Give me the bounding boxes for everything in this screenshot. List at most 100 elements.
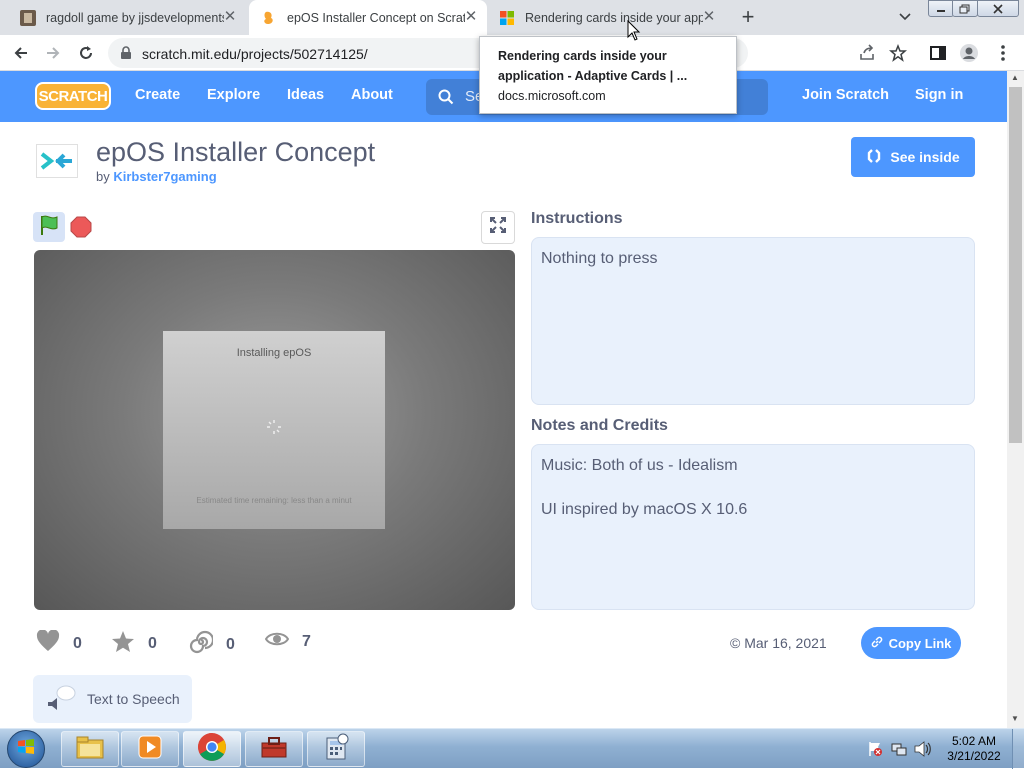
share-icon[interactable] xyxy=(857,43,877,63)
tab-hover-card: Rendering cards inside your application … xyxy=(479,36,737,114)
by-prefix: by xyxy=(96,169,110,184)
nav-create[interactable]: Create xyxy=(135,87,180,103)
scroll-down-arrow-icon[interactable]: ▼ xyxy=(1011,714,1019,723)
mouse-cursor-icon xyxy=(627,19,641,47)
clock-time: 5:02 AM xyxy=(951,734,997,748)
close-tab-icon[interactable]: ✕ xyxy=(463,9,479,25)
green-flag-button[interactable] xyxy=(33,212,65,242)
instructions-box: Nothing to press xyxy=(531,237,975,405)
side-panel-icon[interactable] xyxy=(928,43,948,63)
forward-arrow-icon[interactable] xyxy=(43,43,63,63)
profile-avatar-icon[interactable] xyxy=(959,43,979,63)
fullscreen-button[interactable] xyxy=(481,211,515,244)
by-line: by Kirbster7gaming xyxy=(96,169,217,184)
tab-epos-installer[interactable]: epOS Installer Concept on Scratc ✕ xyxy=(249,0,487,35)
link-icon xyxy=(871,636,883,651)
fullscreen-icon xyxy=(490,217,506,238)
scratch-logo[interactable]: SCRATCH xyxy=(35,82,111,110)
copy-link-button[interactable]: Copy Link xyxy=(861,627,961,659)
tab-title: ragdoll game by jjsdevelopments xyxy=(46,10,224,25)
see-inside-label: See inside xyxy=(890,149,960,165)
hover-card-domain: docs.microsoft.com xyxy=(498,89,606,103)
stop-button[interactable] xyxy=(70,216,92,243)
sign-in-link[interactable]: Sign in xyxy=(915,87,963,103)
remix-spiral-icon xyxy=(189,630,215,659)
close-tab-icon[interactable]: ✕ xyxy=(701,9,717,25)
project-title: epOS Installer Concept xyxy=(96,137,376,167)
tab-rendering-cards[interactable]: Rendering cards inside your appl ✕ xyxy=(487,0,725,35)
text-to-speech-extension[interactable]: Text to Speech xyxy=(33,675,192,723)
folder-icon xyxy=(75,734,105,765)
nav-explore[interactable]: Explore xyxy=(207,87,260,103)
join-scratch-link[interactable]: Join Scratch xyxy=(802,87,889,103)
close-tab-icon[interactable]: ✕ xyxy=(222,9,238,25)
project-page: epOS Installer Concept by Kirbster7gamin… xyxy=(0,122,1007,728)
nav-ideas[interactable]: Ideas xyxy=(287,87,324,103)
lock-icon xyxy=(120,46,132,65)
notes-line: Music: Both of us - Idealism xyxy=(541,457,738,474)
installer-time-remaining: Estimated time remaining: less than a mi… xyxy=(196,496,352,505)
url-text: scratch.mit.edu/projects/502714125/ xyxy=(142,46,368,62)
author-link[interactable]: Kirbster7gaming xyxy=(113,169,216,184)
love-stat[interactable]: 0 xyxy=(36,629,82,657)
system-clock[interactable]: 5:02 AM 3/21/2022 xyxy=(944,734,1004,764)
share-date: © Mar 16, 2021 xyxy=(730,635,827,651)
taskbar-toolbox-app[interactable] xyxy=(245,731,303,767)
back-arrow-icon[interactable] xyxy=(11,43,31,63)
tts-label: Text to Speech xyxy=(87,691,180,707)
instructions-text: Nothing to press xyxy=(541,250,658,267)
remix-arrows-icon xyxy=(866,148,882,167)
copy-link-label: Copy Link xyxy=(888,635,952,651)
volume-icon[interactable] xyxy=(914,741,932,762)
ragdoll-favicon-icon xyxy=(20,9,36,26)
love-count: 0 xyxy=(73,634,82,652)
taskbar-chrome[interactable] xyxy=(183,731,241,767)
page-scrollbar[interactable]: ▲ ▼ xyxy=(1007,71,1024,728)
project-stage[interactable]: Installing epOS Estimated time remaining… xyxy=(34,250,515,610)
favorite-count: 0 xyxy=(148,635,157,652)
see-inside-button[interactable]: See inside xyxy=(851,137,975,177)
tab-ragdoll[interactable]: ragdoll game by jjsdevelopments ✕ xyxy=(8,0,246,35)
taskbar-explorer[interactable] xyxy=(61,731,119,767)
show-desktop-button[interactable] xyxy=(1012,729,1024,769)
hover-card-title-1: Rendering cards inside your xyxy=(498,49,667,63)
tab-strip: ragdoll game by jjsdevelopments ✕ epOS I… xyxy=(0,0,1024,35)
calculator-icon xyxy=(322,733,350,766)
minimize-button[interactable] xyxy=(928,0,954,17)
scroll-up-arrow-icon[interactable]: ▲ xyxy=(1011,73,1019,82)
scrollbar-thumb[interactable] xyxy=(1009,87,1022,443)
installer-dialog: Installing epOS Estimated time remaining… xyxy=(163,331,385,529)
loading-spinner-icon xyxy=(266,419,282,440)
menu-kebab-icon[interactable] xyxy=(993,43,1013,63)
new-tab-plus-icon[interactable]: + xyxy=(738,6,758,28)
notes-heading: Notes and Credits xyxy=(531,417,668,434)
views-count: 7 xyxy=(302,632,311,650)
hover-card-title-2: application - Adaptive Cards | ... xyxy=(498,69,688,83)
favorite-stat[interactable]: 0 xyxy=(111,630,157,658)
notes-line: UI inspired by macOS X 10.6 xyxy=(541,501,748,518)
microsoft-favicon-icon xyxy=(499,10,515,26)
taskbar-media-player[interactable] xyxy=(121,731,179,767)
stop-sign-icon xyxy=(70,216,92,242)
windows-logo-icon xyxy=(16,737,36,762)
taskbar-calculator[interactable] xyxy=(307,731,365,767)
bookmark-star-icon[interactable] xyxy=(888,43,908,63)
project-thumbnail[interactable] xyxy=(36,144,78,178)
speaker-bubble-icon xyxy=(47,684,77,715)
tab-title: Rendering cards inside your appl xyxy=(525,10,703,25)
remix-count: 0 xyxy=(226,635,235,653)
action-center-flag-icon[interactable] xyxy=(867,741,883,762)
nav-about[interactable]: About xyxy=(351,87,393,103)
start-button[interactable] xyxy=(7,730,45,768)
network-icon[interactable] xyxy=(891,741,907,762)
remix-stat: 0 xyxy=(189,630,235,659)
tab-search-chevron-down-icon[interactable] xyxy=(896,9,914,25)
chrome-icon xyxy=(197,732,227,767)
reload-icon[interactable] xyxy=(76,43,96,63)
restore-button[interactable] xyxy=(952,0,978,17)
close-window-button[interactable] xyxy=(977,0,1019,17)
windows-taskbar: 5:02 AM 3/21/2022 xyxy=(0,728,1024,769)
toolbox-icon xyxy=(259,734,289,765)
media-player-icon xyxy=(136,733,164,766)
clock-date: 3/21/2022 xyxy=(947,749,1001,763)
